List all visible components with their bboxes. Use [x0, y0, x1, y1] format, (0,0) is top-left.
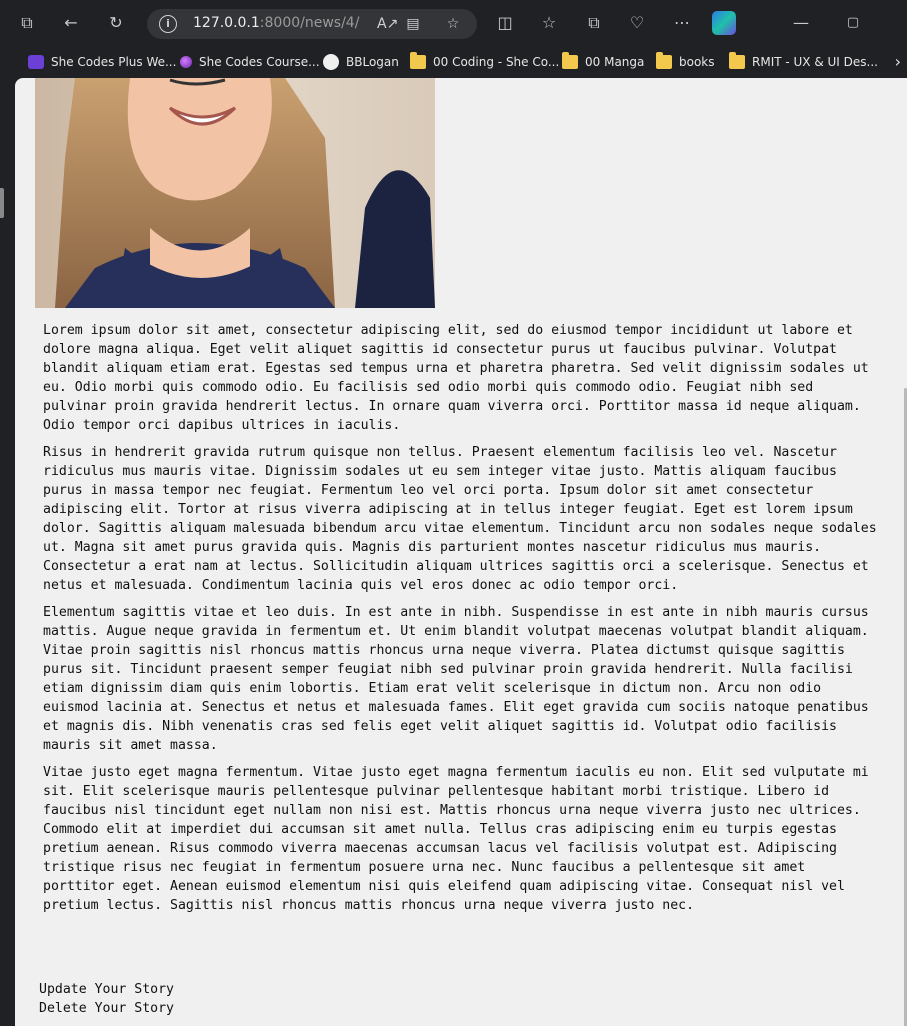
refresh-icon[interactable]: ↻: [105, 12, 127, 34]
split-screen-icon[interactable]: ◫: [494, 12, 516, 34]
story-paragraph: Lorem ipsum dolor sit amet, consectetur …: [43, 323, 869, 433]
favorites-icon[interactable]: ☆: [538, 12, 560, 34]
page-viewport: Lorem ipsum dolor sit amet, consectetur …: [15, 78, 907, 1026]
read-aloud-icon[interactable]: A↗: [377, 14, 398, 34]
url-text[interactable]: 127.0.0.1:8000/news/4/: [193, 15, 359, 31]
bookmark-rmit[interactable]: RMIT - UX & UI Des...: [729, 52, 878, 72]
bookmark-00-coding[interactable]: 00 Coding - She Co...: [410, 52, 559, 72]
browser-essentials-icon[interactable]: ♡: [626, 12, 648, 34]
folder-icon: [729, 52, 745, 69]
update-story-link[interactable]: Update Your Story: [39, 980, 174, 999]
back-icon[interactable]: ←: [60, 12, 82, 34]
bookmark-label: She Codes Course...: [199, 55, 320, 69]
favorite-star-icon[interactable]: ☆: [443, 14, 463, 34]
minimize-icon[interactable]: —: [790, 12, 812, 34]
collections-icon[interactable]: ⧉: [583, 12, 605, 34]
bookmark-bblogan[interactable]: BBLogan: [323, 52, 399, 72]
bookmark-label: 00 Coding - She Co...: [433, 55, 560, 69]
bookmark-she-codes-course[interactable]: She Codes Course...: [180, 52, 320, 72]
she-codes-icon: [28, 55, 44, 69]
folder-icon: [562, 52, 578, 69]
delete-story-link[interactable]: Delete Your Story: [39, 999, 174, 1018]
orb-icon: [180, 56, 192, 68]
bookmark-books[interactable]: books: [656, 52, 715, 72]
story-paragraph: Elementum sagittis vitae et leo duis. In…: [43, 605, 869, 753]
bookmarks-bar: She Codes Plus We... She Codes Course...…: [0, 46, 907, 78]
story-image: [35, 78, 435, 308]
story-actions: Update Your Story Delete Your Story: [39, 980, 174, 1018]
story-paragraph: Risus in hendrerit gravida rutrum quisqu…: [43, 445, 877, 593]
bookmark-label: She Codes Plus We...: [51, 55, 177, 69]
bookmark-she-codes-plus[interactable]: She Codes Plus We...: [28, 52, 176, 72]
workspaces-icon[interactable]: ⧉: [16, 12, 38, 34]
site-info-icon[interactable]: i: [159, 15, 177, 33]
folder-icon: [410, 52, 426, 69]
story-content: Lorem ipsum dolor sit amet, consectetur …: [43, 321, 881, 923]
sidebar-handle[interactable]: [0, 188, 4, 218]
portrait-photo: [35, 78, 435, 308]
address-bar[interactable]: i 127.0.0.1:8000/news/4/ A↗ ▤ ☆: [147, 9, 477, 39]
folder-icon: [656, 52, 672, 69]
maximize-icon[interactable]: ▢: [842, 12, 864, 34]
copilot-icon[interactable]: [712, 11, 736, 35]
bookmark-label: books: [679, 55, 715, 69]
more-menu-icon[interactable]: ⋯: [671, 12, 693, 34]
bookmark-label: BBLogan: [346, 55, 399, 69]
immersive-reader-icon[interactable]: ▤: [403, 14, 423, 34]
chevron-right-icon[interactable]: ›: [895, 52, 901, 71]
bookmark-00-manga[interactable]: 00 Manga: [562, 52, 644, 72]
bookmark-label: RMIT - UX & UI Des...: [752, 55, 878, 69]
github-icon: [323, 54, 339, 70]
story-paragraph: Vitae justo eget magna fermentum. Vitae …: [43, 765, 869, 913]
bookmark-label: 00 Manga: [585, 55, 645, 69]
browser-titlebar: ⧉ ← ↻ i 127.0.0.1:8000/news/4/ A↗ ▤ ☆ ◫ …: [0, 0, 907, 46]
